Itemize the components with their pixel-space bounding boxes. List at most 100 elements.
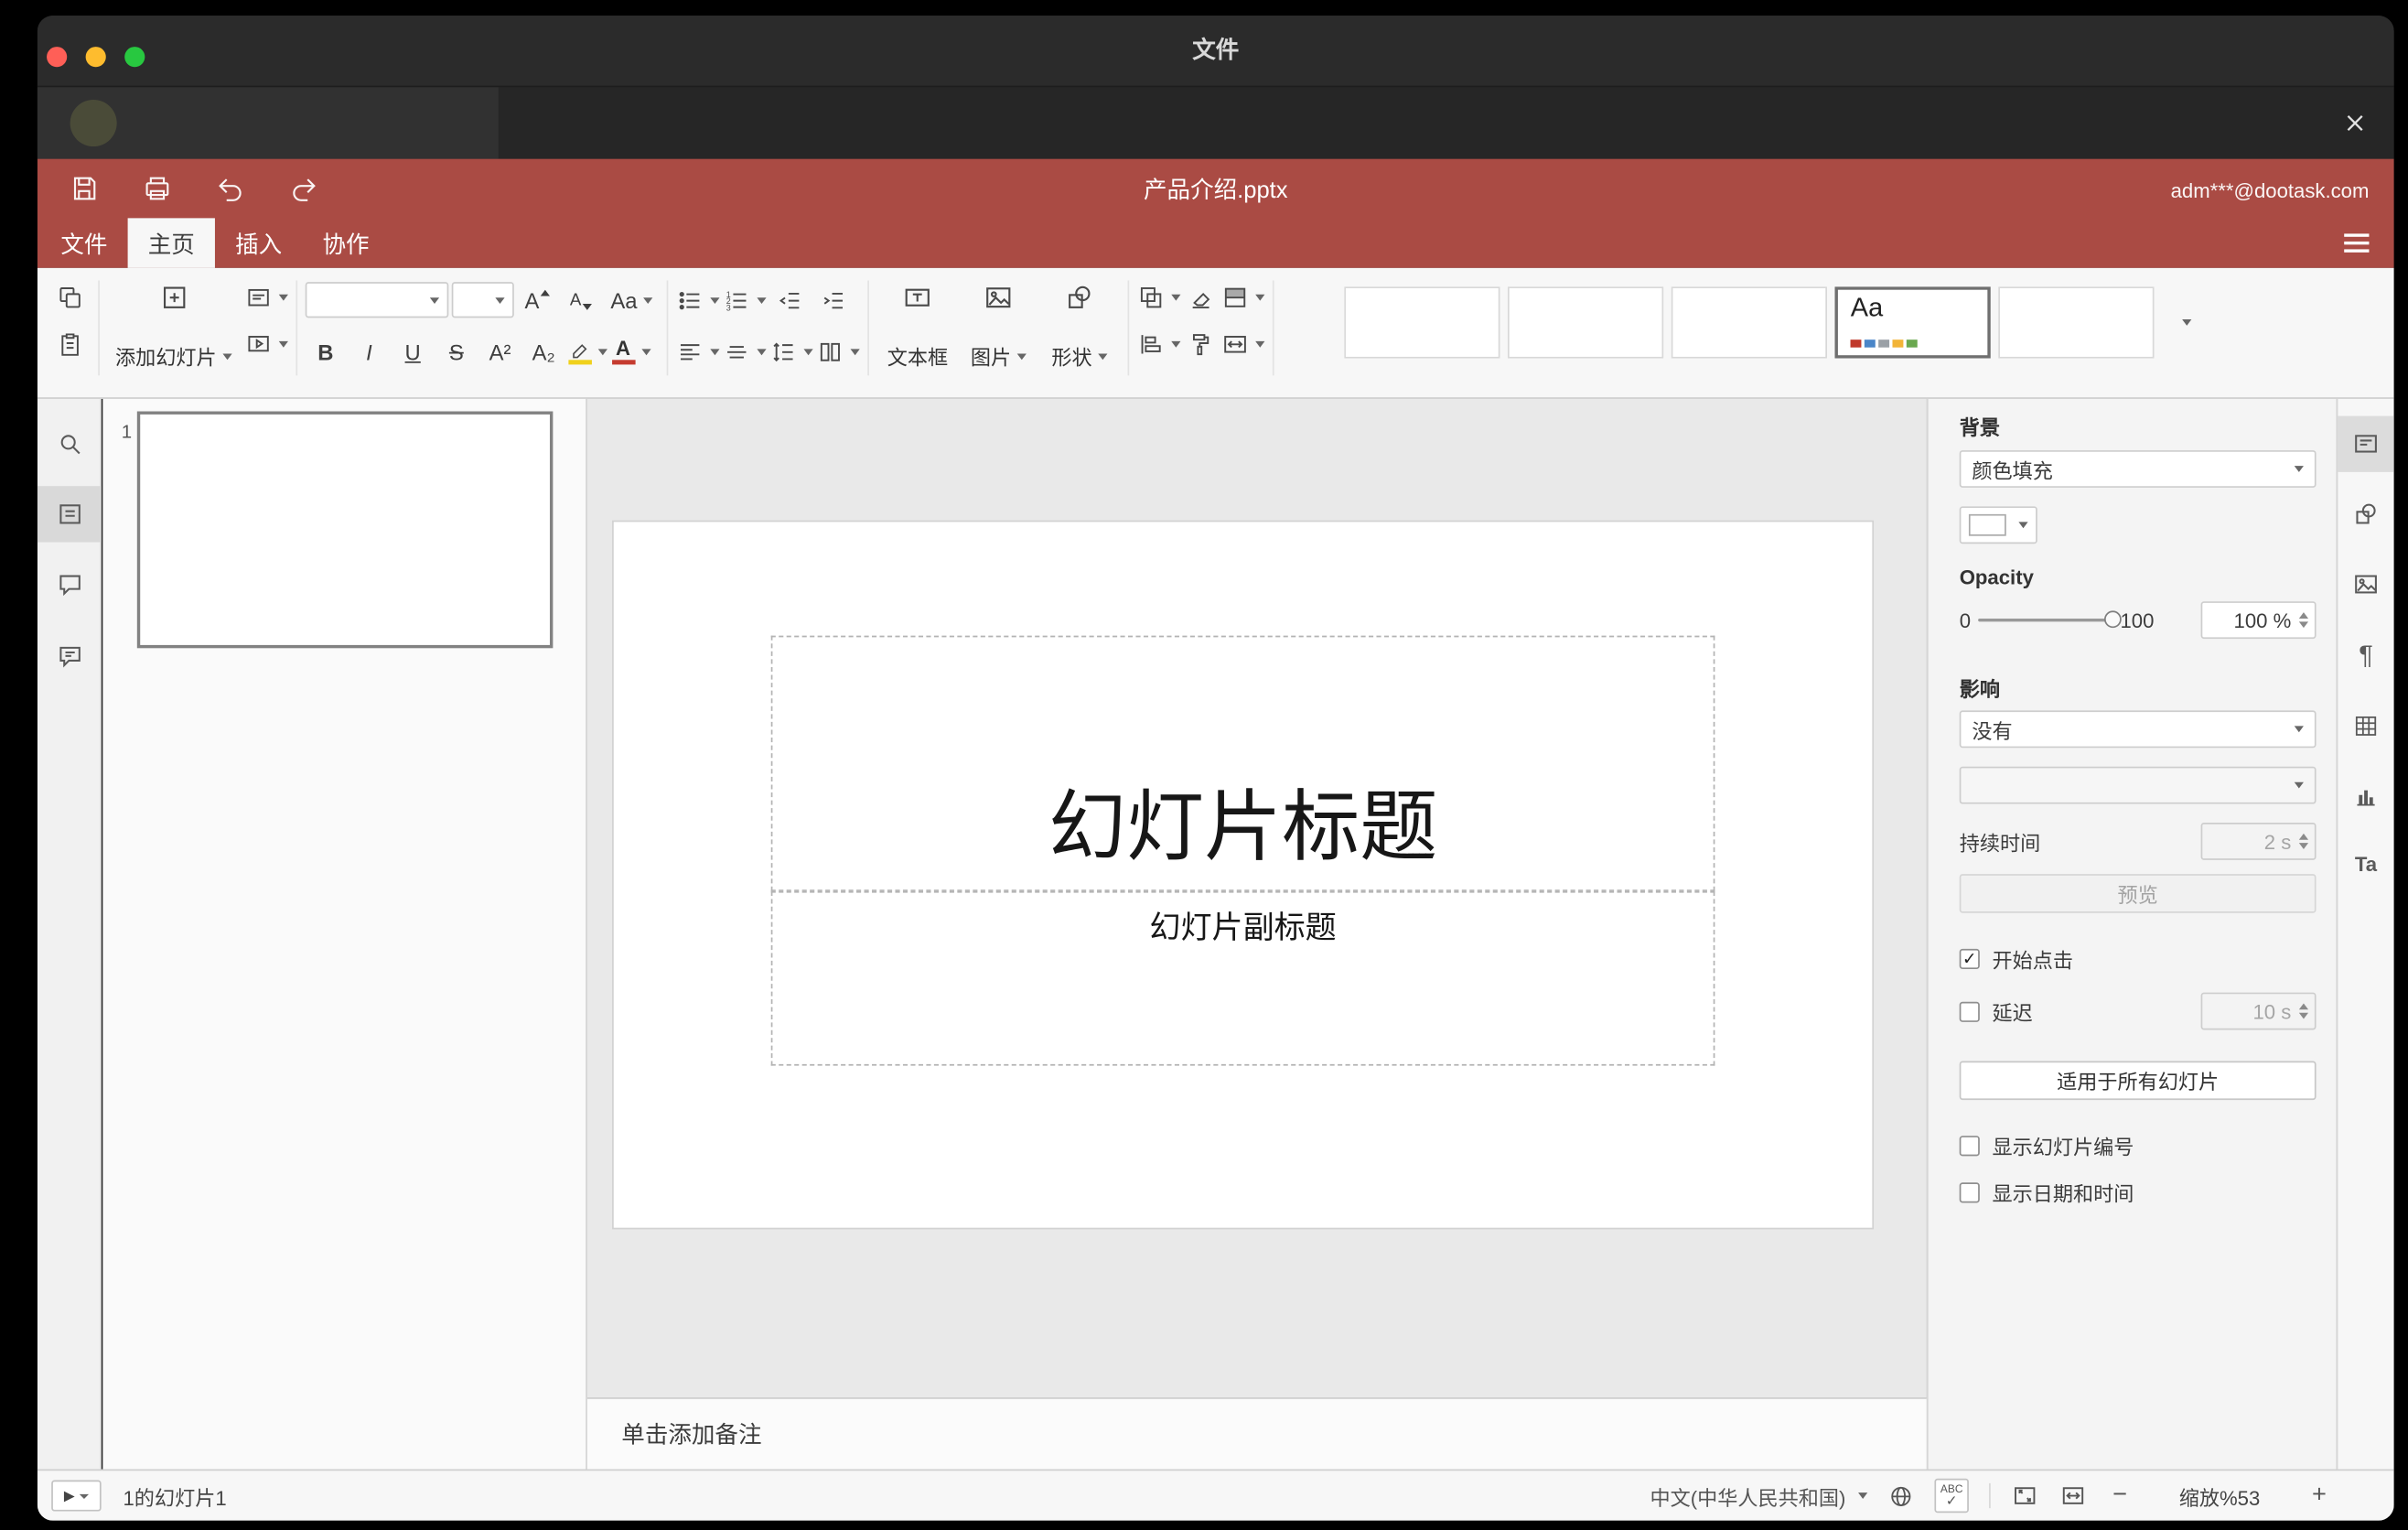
subtitle-placeholder[interactable]: 幻灯片副标题 — [770, 890, 1715, 1066]
strikethrough-button[interactable]: S — [436, 329, 477, 373]
spinner-arrows-icon[interactable] — [2298, 1003, 2309, 1019]
theme-thumbnail[interactable] — [1998, 286, 2155, 359]
sidebar-slides-button[interactable] — [37, 486, 102, 543]
image-settings-button[interactable] — [2338, 556, 2393, 612]
effect-type-select[interactable] — [1959, 766, 2317, 804]
close-editor-button[interactable] — [2333, 102, 2377, 145]
numbered-list-button[interactable]: 123 — [723, 278, 767, 322]
delay-label: 延迟 — [1992, 1000, 2033, 1025]
underline-button[interactable]: U — [392, 329, 433, 373]
apply-to-all-slides-button[interactable]: 适用于所有幻灯片 — [1959, 1061, 2317, 1101]
font-size-select[interactable] — [451, 282, 514, 318]
print-button[interactable] — [137, 168, 177, 209]
save-button[interactable] — [64, 168, 104, 209]
slide-settings-button[interactable] — [2338, 415, 2394, 472]
undo-button[interactable] — [210, 168, 251, 209]
show-slide-number-label: 显示幻灯片编号 — [1992, 1136, 2134, 1159]
menu-button[interactable] — [2338, 228, 2375, 259]
font-name-select[interactable] — [305, 282, 449, 318]
chart-settings-button[interactable] — [2338, 768, 2393, 824]
bold-button[interactable]: B — [306, 329, 346, 373]
color-scheme-button[interactable] — [1221, 275, 1265, 319]
opacity-input[interactable]: 100 % — [2200, 601, 2317, 640]
start-slideshow-statusbar-button[interactable]: ▶ — [51, 1480, 102, 1512]
change-case-button[interactable]: Aa — [605, 278, 660, 322]
tab-home[interactable]: 主页 — [127, 218, 215, 268]
effect-select[interactable]: 没有 — [1959, 710, 2317, 749]
spinner-arrows-icon[interactable] — [2298, 612, 2309, 629]
copy-style-button[interactable] — [1181, 322, 1221, 366]
fit-slide-button[interactable] — [2011, 1482, 2039, 1510]
spell-check-button[interactable]: ABC ✓ — [1934, 1478, 1969, 1514]
sidebar-feedback-button[interactable] — [38, 628, 102, 684]
line-spacing-button[interactable] — [769, 329, 813, 373]
font-color-button[interactable]: A — [610, 329, 650, 373]
align-shape-button[interactable] — [1137, 322, 1181, 366]
horizontal-align-button[interactable] — [676, 329, 720, 373]
play-icon: ▶ — [63, 1487, 75, 1503]
increase-font-size-button[interactable]: A — [517, 278, 557, 322]
title-placeholder[interactable]: 幻灯片标题 — [770, 635, 1715, 891]
columns-button[interactable] — [816, 329, 860, 373]
theme-thumbnail-selected[interactable]: Aa — [1834, 286, 1991, 359]
preview-button[interactable]: 预览 — [1959, 874, 2317, 913]
tab-collaboration[interactable]: 协作 — [302, 218, 389, 267]
subscript-button[interactable]: A₂ — [523, 329, 564, 373]
divider — [1989, 1482, 1991, 1509]
redo-button[interactable] — [284, 168, 324, 209]
shape-settings-button[interactable] — [2338, 486, 2393, 542]
slide-thumbnail[interactable] — [136, 411, 554, 649]
superscript-button[interactable]: A² — [479, 329, 520, 373]
start-on-click-checkbox[interactable]: ✓ — [1959, 948, 1980, 970]
spinner-arrows-icon[interactable] — [2298, 833, 2309, 849]
opacity-slider[interactable] — [1978, 610, 2123, 629]
textart-settings-button[interactable]: Ta — [2338, 835, 2393, 891]
delay-input[interactable]: 10 s — [2200, 992, 2317, 1030]
table-settings-button[interactable] — [2338, 698, 2393, 754]
background-fill-select[interactable]: 颜色填充 — [1959, 450, 2317, 488]
notes-area[interactable]: 单击添加备注 — [586, 1397, 1927, 1470]
arrange-shape-button[interactable] — [1137, 275, 1181, 319]
tab-file[interactable]: 文件 — [40, 218, 127, 267]
slide-layout-button[interactable] — [244, 275, 288, 319]
insert-image-button[interactable]: 图片 — [958, 275, 1039, 375]
theme-thumbnail[interactable] — [1344, 286, 1500, 359]
zoom-in-button[interactable]: + — [2306, 1482, 2331, 1510]
theme-thumbnail[interactable] — [1671, 286, 1828, 359]
bullet-list-button[interactable] — [676, 278, 720, 322]
sidebar-search-button[interactable] — [38, 416, 102, 472]
slide[interactable]: 幻灯片标题 幻灯片副标题 — [613, 522, 1873, 1228]
background-color-select[interactable] — [1959, 506, 2037, 544]
theme-gallery-expand-button[interactable] — [2166, 286, 2203, 358]
tab-insert[interactable]: 插入 — [215, 218, 302, 267]
show-date-time-checkbox[interactable] — [1959, 1182, 1980, 1203]
slider-knob-icon[interactable] — [2104, 610, 2123, 629]
paste-button[interactable] — [49, 322, 90, 366]
zoom-out-button[interactable]: − — [2107, 1482, 2132, 1510]
decrease-indent-button[interactable] — [769, 278, 810, 322]
insert-shape-button[interactable]: 形状 — [1039, 275, 1121, 375]
insert-text-box-button[interactable]: 文本框 — [877, 275, 959, 375]
copy-button[interactable] — [49, 275, 90, 319]
language-select[interactable]: 中文(中华人民共和国) — [1650, 1481, 1868, 1510]
editor-canvas[interactable]: 幻灯片标题 幻灯片副标题 — [586, 398, 1927, 1398]
fit-width-button[interactable] — [2059, 1482, 2088, 1510]
add-slide-button[interactable]: 添加幻灯片 — [107, 275, 240, 375]
language-label: 中文(中华人民共和国) — [1650, 1485, 1846, 1510]
vertical-align-button[interactable] — [723, 329, 767, 373]
start-slideshow-button[interactable] — [244, 322, 288, 366]
theme-thumbnail[interactable] — [1508, 286, 1664, 359]
italic-button[interactable]: I — [349, 329, 389, 373]
clear-style-button[interactable] — [1181, 275, 1221, 319]
set-language-button[interactable] — [1887, 1482, 1914, 1509]
decrease-font-size-button[interactable]: A — [561, 278, 601, 322]
paragraph-settings-button[interactable]: ¶ — [2338, 628, 2393, 684]
sidebar-comments-button[interactable] — [38, 556, 102, 612]
show-slide-number-checkbox[interactable] — [1959, 1136, 1980, 1157]
increase-indent-button[interactable] — [813, 278, 854, 322]
duration-input[interactable]: 2 s — [2200, 822, 2317, 860]
delay-checkbox[interactable] — [1959, 1000, 1980, 1022]
slide-size-button[interactable] — [1221, 322, 1265, 366]
highlight-color-button[interactable] — [567, 329, 607, 373]
highlight-icon — [567, 339, 592, 364]
